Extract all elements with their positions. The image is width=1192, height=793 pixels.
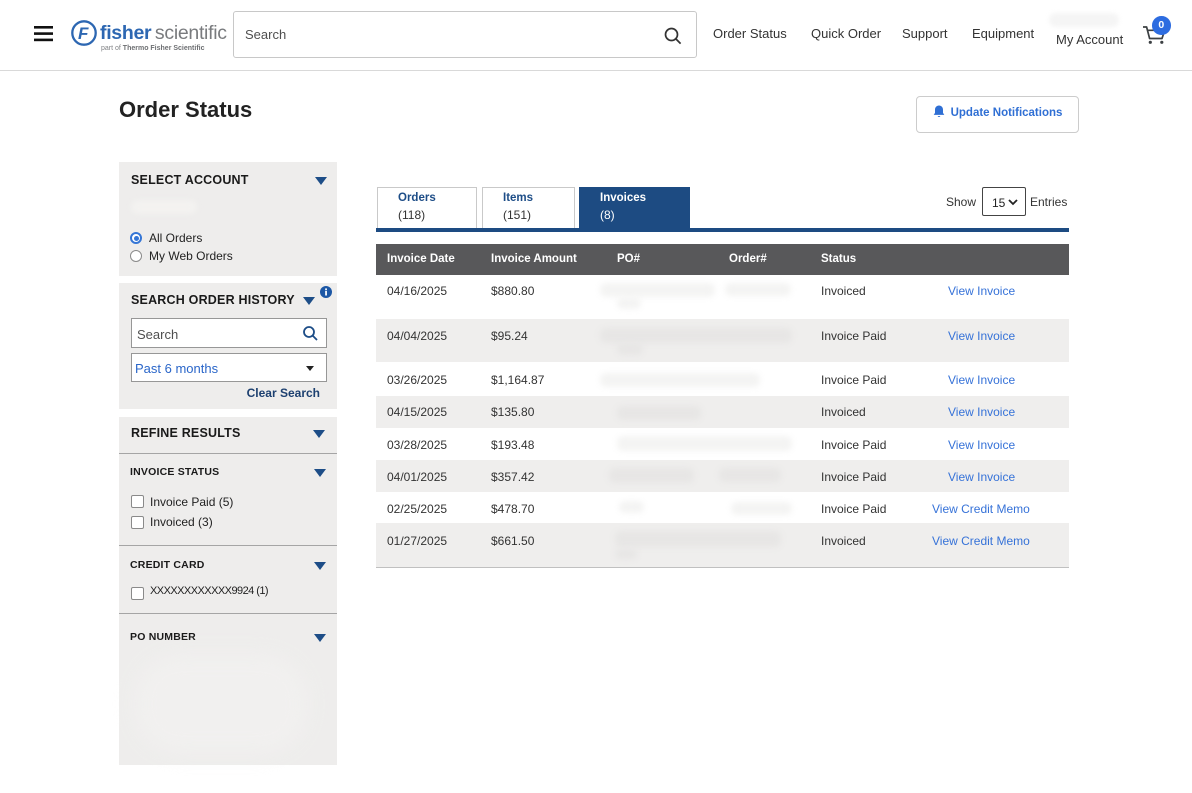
svg-text:F: F bbox=[78, 24, 89, 43]
